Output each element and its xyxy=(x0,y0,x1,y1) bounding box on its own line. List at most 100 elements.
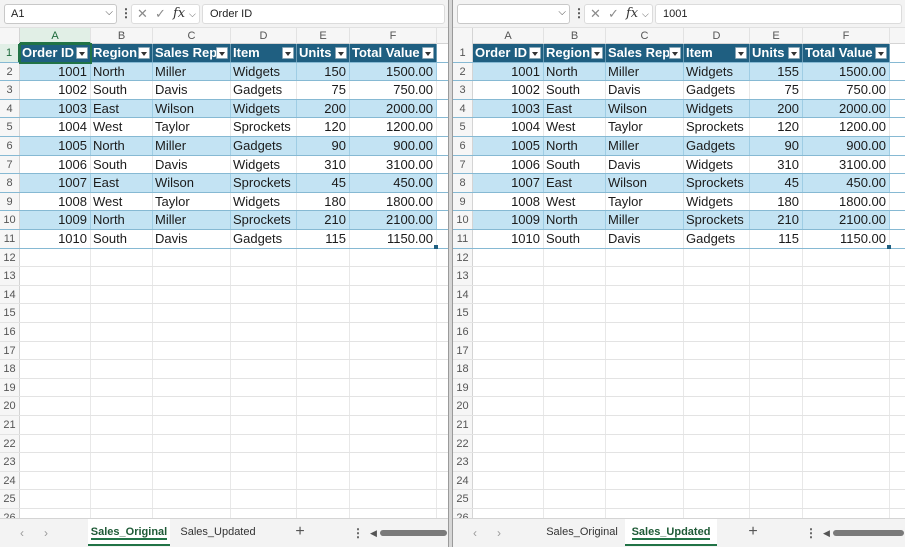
table-cell[interactable] xyxy=(297,304,350,322)
table-cell[interactable] xyxy=(803,341,890,360)
table-cell[interactable]: 1008 xyxy=(20,192,91,211)
table-cell[interactable] xyxy=(750,471,803,490)
row-header[interactable]: 20 xyxy=(0,397,20,415)
table-cell[interactable]: North xyxy=(91,211,153,229)
row-header[interactable]: 22 xyxy=(453,434,473,453)
table-cell[interactable] xyxy=(473,416,544,434)
table-cell[interactable]: Wilson xyxy=(606,174,684,192)
row-header[interactable]: 26 xyxy=(453,509,473,518)
table-cell[interactable]: 1004 xyxy=(20,118,91,136)
table-cell[interactable] xyxy=(890,434,905,453)
table-cell[interactable]: Sprockets xyxy=(231,174,297,192)
table-cell[interactable] xyxy=(20,360,91,378)
table-cell[interactable] xyxy=(750,360,803,378)
table-cell[interactable] xyxy=(350,397,437,415)
table-cell[interactable]: 750.00 xyxy=(350,81,437,99)
table-resize-handle[interactable] xyxy=(887,244,891,249)
table-cell[interactable]: Davis xyxy=(606,81,684,99)
table-cell[interactable]: 75 xyxy=(297,81,350,99)
table-cell[interactable] xyxy=(437,397,448,415)
table-cell[interactable] xyxy=(91,323,153,341)
horizontal-scrollbar[interactable]: ◀ xyxy=(370,528,448,538)
table-header-cell[interactable]: Sales Rep xyxy=(606,44,684,62)
worksheet-grid[interactable]: A B C D E F 1 Order ID Region Sales Rep Item Units T… xyxy=(453,28,905,518)
table-cell[interactable]: West xyxy=(91,118,153,136)
row-header[interactable]: 13 xyxy=(453,267,473,285)
table-cell[interactable] xyxy=(684,304,750,322)
row-header[interactable]: 9 xyxy=(453,192,473,211)
table-cell[interactable] xyxy=(544,267,606,285)
table-cell[interactable] xyxy=(437,267,448,285)
table-cell[interactable] xyxy=(231,471,297,490)
table-cell[interactable] xyxy=(91,453,153,471)
table-cell[interactable] xyxy=(91,490,153,508)
row-header[interactable]: 3 xyxy=(453,81,473,99)
next-sheet-icon[interactable]: › xyxy=(44,526,48,540)
table-cell[interactable] xyxy=(20,509,91,518)
table-cell[interactable] xyxy=(890,471,905,490)
sheet-options-icon[interactable]: ⋮ xyxy=(805,526,817,540)
table-cell[interactable]: East xyxy=(544,99,606,118)
table-cell[interactable] xyxy=(437,155,448,174)
table-cell[interactable] xyxy=(803,248,890,267)
table-cell[interactable]: 115 xyxy=(750,230,803,248)
table-cell[interactable] xyxy=(803,304,890,322)
table-cell[interactable] xyxy=(803,453,890,471)
formula-bar-more-icon[interactable]: ⋮ xyxy=(120,6,132,20)
table-cell[interactable] xyxy=(890,137,905,155)
table-cell[interactable]: South xyxy=(91,155,153,174)
table-cell[interactable]: 2000.00 xyxy=(803,99,890,118)
table-cell[interactable] xyxy=(890,453,905,471)
table-cell[interactable] xyxy=(20,397,91,415)
table-cell[interactable] xyxy=(684,471,750,490)
table-cell[interactable] xyxy=(750,434,803,453)
table-cell[interactable]: West xyxy=(544,192,606,211)
table-cell[interactable]: 210 xyxy=(750,211,803,229)
table-cell[interactable] xyxy=(350,360,437,378)
table-cell[interactable] xyxy=(153,509,231,518)
table-cell[interactable]: Sprockets xyxy=(231,118,297,136)
name-box-dropdown-icon[interactable]: ⌵ xyxy=(105,7,113,18)
table-cell[interactable]: 1200.00 xyxy=(350,118,437,136)
table-cell[interactable]: Davis xyxy=(153,81,231,99)
table-cell[interactable] xyxy=(297,378,350,397)
table-cell[interactable]: 45 xyxy=(750,174,803,192)
horizontal-scrollbar[interactable]: ◀ xyxy=(823,528,905,538)
table-cell[interactable] xyxy=(544,397,606,415)
table-cell[interactable] xyxy=(437,360,448,378)
row-header[interactable]: 13 xyxy=(0,267,20,285)
table-cell[interactable] xyxy=(437,434,448,453)
table-cell[interactable] xyxy=(231,490,297,508)
table-header-cell[interactable]: Order ID xyxy=(20,44,91,62)
table-cell[interactable] xyxy=(890,248,905,267)
table-cell[interactable] xyxy=(890,192,905,211)
table-cell[interactable] xyxy=(544,248,606,267)
table-cell[interactable] xyxy=(890,81,905,99)
table-cell[interactable]: Widgets xyxy=(684,155,750,174)
table-cell[interactable]: 310 xyxy=(297,155,350,174)
table-cell[interactable]: 1200.00 xyxy=(803,118,890,136)
column-header[interactable]: E xyxy=(750,28,803,44)
table-cell[interactable] xyxy=(684,341,750,360)
table-cell[interactable] xyxy=(437,137,448,155)
table-cell[interactable]: 750.00 xyxy=(803,81,890,99)
table-cell[interactable] xyxy=(350,471,437,490)
table-header-cell[interactable]: Item xyxy=(684,44,750,62)
table-cell[interactable]: 2100.00 xyxy=(350,211,437,229)
row-header[interactable]: 2 xyxy=(453,62,473,81)
table-cell[interactable] xyxy=(153,434,231,453)
name-box[interactable]: A1 ⌵ xyxy=(4,4,117,24)
table-cell[interactable] xyxy=(473,378,544,397)
table-cell[interactable]: 1002 xyxy=(20,81,91,99)
table-cell[interactable]: East xyxy=(91,99,153,118)
row-header[interactable]: 15 xyxy=(453,304,473,322)
table-cell[interactable] xyxy=(606,304,684,322)
row-header[interactable]: 10 xyxy=(453,211,473,229)
column-header[interactable]: E xyxy=(297,28,350,44)
column-header[interactable]: C xyxy=(606,28,684,44)
table-cell[interactable] xyxy=(437,248,448,267)
column-header[interactable]: B xyxy=(544,28,606,44)
table-cell[interactable] xyxy=(890,304,905,322)
table-cell[interactable] xyxy=(606,248,684,267)
prev-sheet-icon[interactable]: ‹ xyxy=(20,526,24,540)
